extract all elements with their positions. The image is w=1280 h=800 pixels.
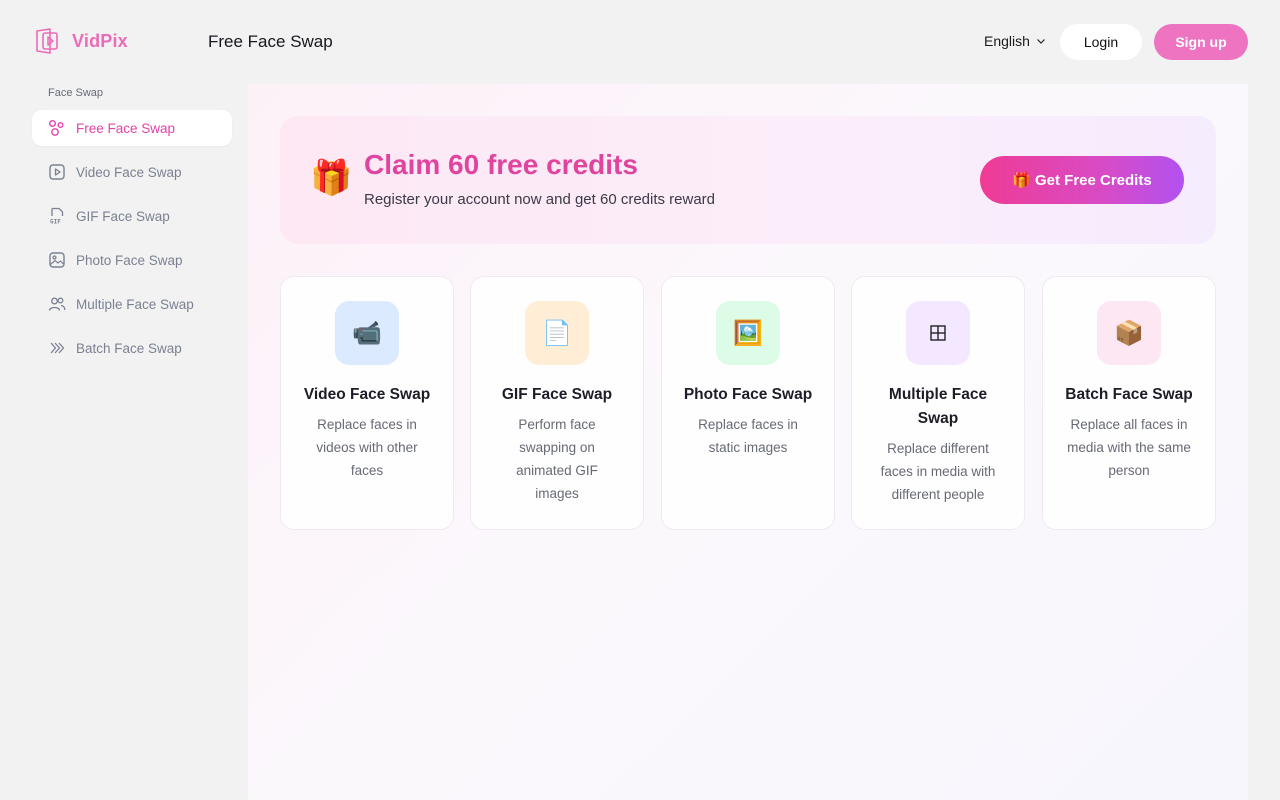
brand-name: VidPix — [72, 30, 128, 51]
signup-button[interactable]: Sign up — [1154, 24, 1248, 60]
card-multiple-face-swap[interactable]: Multiple Face Swap Replace different fac… — [851, 276, 1025, 530]
sidebar-item-label: GIF Face Swap — [76, 208, 170, 224]
chevron-down-icon — [1036, 39, 1045, 44]
card-title: GIF Face Swap — [501, 386, 613, 403]
get-free-credits-button[interactable]: 🎁 Get Free Credits — [980, 156, 1184, 204]
credits-banner: 🎁 Claim 60 free credits Register your ac… — [280, 116, 1216, 244]
sidebar-item-label: Video Face Swap — [76, 164, 182, 180]
sidebar-heading: Face Swap — [48, 87, 104, 99]
card-description: Replace different faces in media with di… — [880, 441, 996, 502]
gift-icon: 🎁 — [1012, 172, 1031, 189]
sidebar-item-free-face-swap[interactable]: Free Face Swap — [32, 110, 232, 146]
circles-icon — [49, 120, 64, 136]
card-video-face-swap[interactable]: 📹 Video Face Swap Replace faces in video… — [280, 276, 454, 530]
grid-icon — [906, 301, 970, 365]
card-title: Batch Face Swap — [1065, 386, 1193, 403]
banner-subtitle: Register your account now and get 60 cre… — [364, 191, 716, 208]
language-selector[interactable]: English — [984, 33, 1046, 49]
card-description: Replace faces in static images — [698, 417, 798, 455]
grid-glyph — [930, 325, 946, 341]
card-description: Perform face swapping on animated GIF im… — [516, 417, 598, 501]
card-title: Multiple Face Swap — [888, 386, 988, 427]
sidebar: Face Swap Free Face Swap Video Face Swap… — [32, 84, 232, 374]
card-description: Replace all faces in media with the same… — [1067, 417, 1191, 478]
logo-icon — [36, 28, 58, 54]
sidebar-item-multiple-face-swap[interactable]: Multiple Face Swap — [32, 286, 232, 322]
sidebar-item-label: Free Face Swap — [76, 120, 176, 136]
brand-logo[interactable]: VidPix — [34, 27, 128, 55]
gif-file-icon: GIF — [50, 207, 64, 226]
video-play-icon — [49, 164, 65, 180]
main-panel: 🎁 Claim 60 free credits Register your ac… — [248, 84, 1248, 800]
feature-cards: 📹 Video Face Swap Replace faces in video… — [280, 276, 1216, 530]
login-button[interactable]: Login — [1060, 24, 1142, 60]
sidebar-item-photo-face-swap[interactable]: Photo Face Swap — [32, 242, 232, 278]
framed-picture-icon: 🖼️ — [716, 301, 780, 365]
card-title: Video Face Swap — [303, 386, 431, 403]
sidebar-item-gif-face-swap[interactable]: GIF GIF Face Swap — [32, 198, 232, 234]
sidebar-item-video-face-swap[interactable]: Video Face Swap — [32, 154, 232, 190]
package-icon: 📦 — [1097, 301, 1161, 365]
image-icon — [49, 252, 65, 268]
sidebar-item-label: Batch Face Swap — [76, 340, 182, 356]
sidebar-item-label: Multiple Face Swap — [76, 296, 194, 312]
gift-icon: 🎁 — [310, 159, 353, 197]
top-header: VidPix Free Face Swap English Login Sign… — [0, 0, 1280, 84]
video-camera-icon: 📹 — [335, 301, 399, 365]
svg-text:GIF: GIF — [50, 219, 61, 226]
card-photo-face-swap[interactable]: 🖼️ Photo Face Swap Replace faces in stat… — [661, 276, 835, 530]
layers-icon — [50, 342, 65, 354]
document-icon: 📄 — [525, 301, 589, 365]
card-batch-face-swap[interactable]: 📦 Batch Face Swap Replace all faces in m… — [1042, 276, 1216, 530]
card-description: Replace faces in videos with other faces — [316, 417, 418, 478]
page-title: Free Face Swap — [208, 32, 333, 51]
sidebar-item-batch-face-swap[interactable]: Batch Face Swap — [32, 330, 232, 366]
card-title: Photo Face Swap — [683, 386, 813, 403]
card-gif-face-swap[interactable]: 📄 GIF Face Swap Perform face swapping on… — [470, 276, 644, 530]
banner-title: Claim 60 free credits — [364, 149, 638, 180]
language-label: English — [984, 33, 1030, 49]
users-icon — [48, 297, 66, 311]
sidebar-item-label: Photo Face Swap — [76, 252, 183, 268]
get-free-credits-label: Get Free Credits — [1034, 171, 1152, 189]
